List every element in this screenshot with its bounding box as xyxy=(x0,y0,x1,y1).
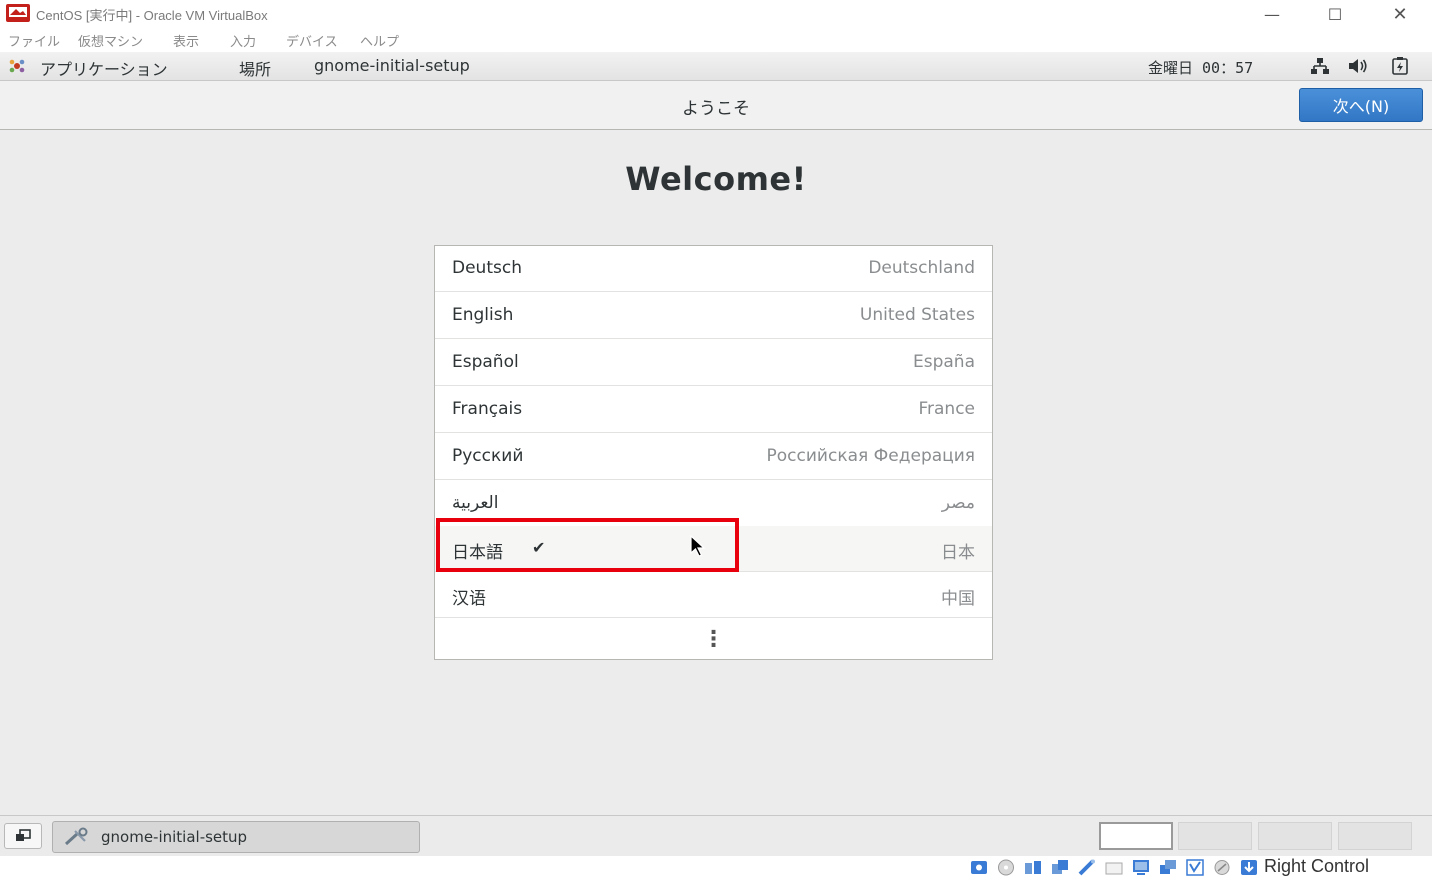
language-name: English xyxy=(452,305,514,325)
virtualbox-icon xyxy=(6,4,30,22)
clock[interactable]: 金曜日 00：57 xyxy=(1148,57,1253,78)
usb-icon[interactable] xyxy=(1078,859,1096,876)
header-bar: ようこそ 次へ(N) xyxy=(0,81,1432,130)
gnome-top-panel: アプリケーション 場所 gnome-initial-setup 金曜日 00：5… xyxy=(0,52,1432,81)
language-row-chinese[interactable]: 汉语 中国 xyxy=(435,572,992,618)
show-desktop-icon xyxy=(16,829,31,841)
checkmark-icon: ✔ xyxy=(532,538,546,557)
applications-menu[interactable]: アプリケーション xyxy=(40,56,168,80)
taskbar-item[interactable]: gnome-initial-setup xyxy=(52,821,420,853)
network-icon[interactable] xyxy=(1309,56,1331,76)
language-region: مصر xyxy=(941,493,975,513)
language-name: 日本語 xyxy=(452,543,503,563)
maximize-icon: ☐ xyxy=(1327,4,1343,24)
host-key-icon[interactable] xyxy=(1240,859,1258,876)
language-row-english[interactable]: English United States xyxy=(435,293,992,339)
window-title: CentOS [実行中] - Oracle VM VirtualBox xyxy=(36,8,268,23)
menu-file[interactable]: ファイル xyxy=(8,31,60,50)
cpu-icon[interactable] xyxy=(1186,859,1204,876)
next-button[interactable]: 次へ(N) xyxy=(1299,88,1423,122)
language-name: Français xyxy=(452,399,523,419)
language-region: 中国 xyxy=(941,589,975,609)
page-title: ようこそ xyxy=(682,99,750,119)
language-name: العربية xyxy=(452,493,499,513)
language-row-arabic[interactable]: العربية مصر xyxy=(435,481,992,527)
applications-icon xyxy=(9,59,25,73)
network-adapter-icon[interactable] xyxy=(1051,859,1069,876)
mouse-cursor-icon xyxy=(690,535,706,557)
language-region: France xyxy=(918,399,975,419)
language-region: United States xyxy=(859,305,975,325)
welcome-heading: Welcome! xyxy=(625,160,807,198)
language-region: Российская Федерация xyxy=(766,446,975,466)
menu-help[interactable]: ヘルプ xyxy=(360,31,399,50)
close-button[interactable]: ✕ xyxy=(1370,0,1430,28)
workspace-2[interactable] xyxy=(1178,822,1252,850)
workspace-4[interactable] xyxy=(1338,822,1412,850)
places-menu[interactable]: 場所 xyxy=(239,56,271,80)
language-row-francais[interactable]: Français France xyxy=(435,387,992,433)
vm-status-bar: Right Control xyxy=(0,856,1432,879)
more-icon: ⋮ xyxy=(702,626,725,652)
language-name: Deutsch xyxy=(452,258,522,278)
gnome-bottom-panel: gnome-initial-setup xyxy=(0,815,1432,856)
language-row-japanese[interactable]: 日本語 ✔ 日本 xyxy=(435,526,992,572)
app-menu[interactable]: gnome-initial-setup xyxy=(314,56,470,75)
show-desktop-button[interactable] xyxy=(4,823,42,849)
language-row-deutsch[interactable]: Deutsch Deutschland xyxy=(435,246,992,292)
window-titlebar: CentOS [実行中] - Oracle VM VirtualBox — ☐ … xyxy=(0,0,1432,28)
menu-input[interactable]: 入力 xyxy=(230,31,256,50)
menu-machine[interactable]: 仮想マシン xyxy=(78,31,143,50)
more-languages-button[interactable]: ⋮ xyxy=(435,619,992,659)
language-row-espanol[interactable]: Español España xyxy=(435,340,992,386)
mouse-integration-icon[interactable] xyxy=(1213,859,1231,876)
language-region: 日本 xyxy=(941,543,975,563)
language-name: 汉语 xyxy=(452,589,486,609)
video-capture-icon[interactable] xyxy=(1159,859,1177,876)
volume-icon[interactable] xyxy=(1347,56,1369,76)
menu-view[interactable]: 表示 xyxy=(173,31,199,50)
close-icon: ✕ xyxy=(1392,3,1408,25)
language-row-russian[interactable]: Русский Российская Федерация xyxy=(435,434,992,480)
language-name: Español xyxy=(452,352,519,372)
maximize-button[interactable]: ☐ xyxy=(1305,0,1365,28)
language-name: Русский xyxy=(452,446,524,466)
minimize-icon: — xyxy=(1264,4,1280,24)
menu-devices[interactable]: デバイス xyxy=(286,31,338,50)
language-region: Deutschland xyxy=(868,258,975,278)
language-list: Deutsch Deutschland English United State… xyxy=(434,245,993,660)
audio-icon[interactable] xyxy=(1024,859,1042,876)
workspace-1[interactable] xyxy=(1099,822,1173,850)
shared-folder-icon[interactable] xyxy=(1105,859,1123,876)
power-icon[interactable] xyxy=(1389,56,1411,76)
minimize-button[interactable]: — xyxy=(1242,0,1302,28)
hard-disk-icon[interactable] xyxy=(970,859,988,876)
workspace-3[interactable] xyxy=(1258,822,1332,850)
display-icon[interactable] xyxy=(1132,859,1150,876)
taskbar-item-label: gnome-initial-setup xyxy=(101,828,248,846)
host-key-label: Right Control xyxy=(1264,856,1370,876)
vm-menu-bar: ファイル 仮想マシン 表示 入力 デバイス ヘルプ xyxy=(0,28,1432,52)
language-region: España xyxy=(913,352,975,372)
tools-icon xyxy=(64,827,88,846)
optical-drive-icon[interactable] xyxy=(997,859,1015,876)
